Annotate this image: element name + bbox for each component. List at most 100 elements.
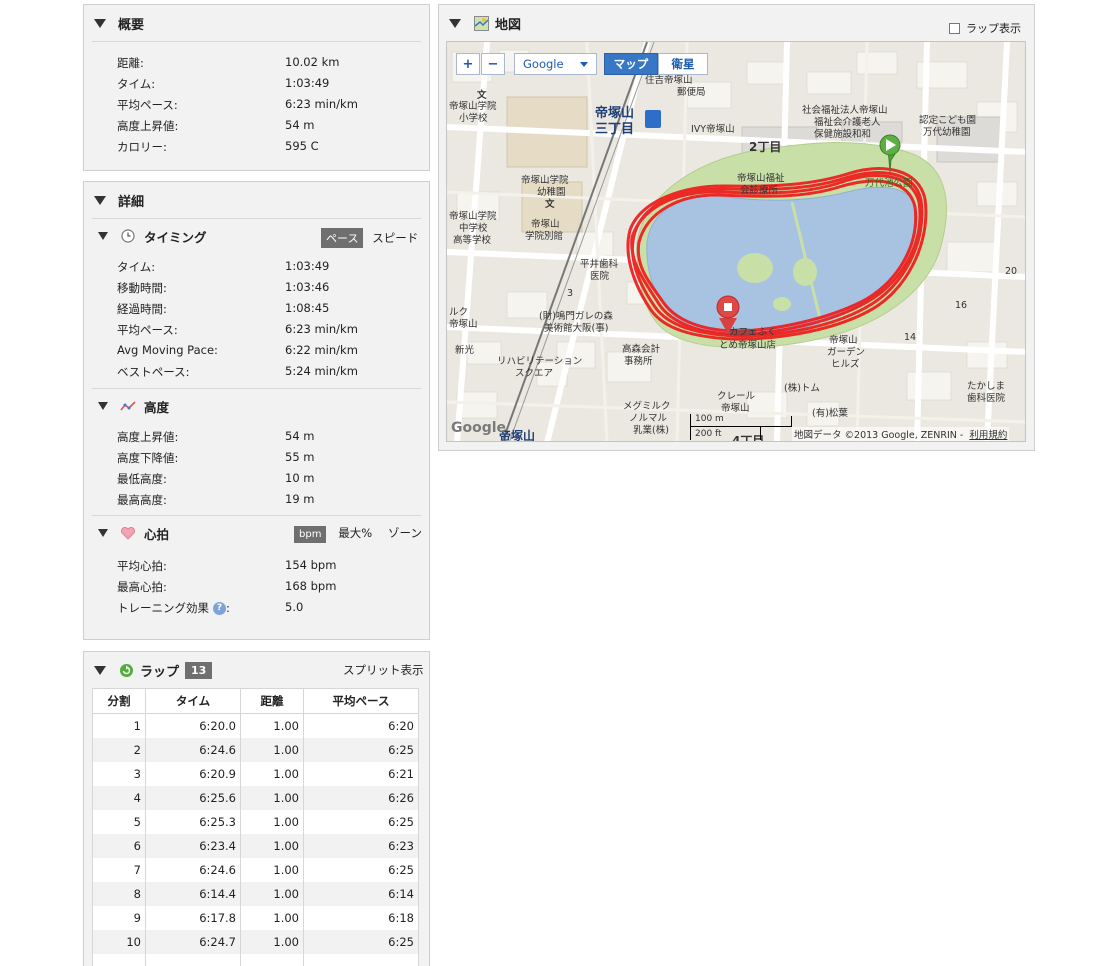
table-row[interactable]: 3 6:20.9 1.00 6:21 [92,761,419,786]
scale-tick [791,416,792,426]
heart-icon [120,525,136,541]
map-label-school: 高等学校 [453,235,492,246]
pace-toggle[interactable]: ペース [321,228,364,248]
map-label-station: 三丁目 [595,122,635,137]
zoom-in-button[interactable]: + [456,53,480,75]
training-effect-colon: : [226,601,230,615]
map-provider-select[interactable]: Google [514,53,597,75]
table-row[interactable]: 8 6:14.4 1.00 6:14 [92,881,419,906]
lap-count-badge: 13 [185,661,213,679]
map-label-megmilk: 乳業(株) [633,425,669,436]
lap-display-checkbox[interactable] [949,22,960,34]
split-view-link[interactable]: スプリット表示 [343,662,424,678]
summary-row-calories: カロリー: 595 C [117,139,319,154]
elevation-chart-icon [120,398,136,414]
laps-header[interactable]: ラップ 13 スプリット表示 [84,652,429,688]
col-time[interactable]: タイム [145,688,241,714]
map-icon [473,15,489,31]
summary-row-time: タイム: 1:03:49 [117,76,330,91]
collapse-triangle-icon[interactable] [94,18,106,28]
details-title: 詳細 [118,194,145,210]
map-graphic [447,42,1025,441]
elevation-row: 最高高度: 19 m [117,492,315,507]
map-title: 地図 [495,17,522,33]
map-label-dental: 医院 [590,271,610,282]
map-label-annex: 学院別館 [525,231,564,242]
help-icon[interactable]: ? [213,601,226,615]
collapse-triangle-icon[interactable] [94,665,106,675]
table-row[interactable]: 4 6:25.6 1.00 6:26 [92,785,419,810]
map-type-map-button[interactable]: マップ [604,53,658,75]
map-attribution: 地図データ ©2013 Google, ZENRIN - 利用規約 [792,427,1010,441]
table-row[interactable] [92,953,419,966]
training-effect-value: 5.0 [285,600,304,614]
map-label-park: 万代池公園 [865,178,913,189]
scale-line [690,426,792,427]
attribution-text: 地図データ ©2013 Google, ZENRIN - [794,430,964,441]
col-distance[interactable]: 距離 [240,688,304,714]
map-label-shinko: 新光 [455,345,475,356]
map-label-number: 3 [567,288,574,299]
map-label-clinic: 会診療所 [740,185,779,196]
google-logo[interactable]: Google [451,420,506,436]
map-label-rehab: スクエア [515,368,554,379]
collapse-triangle-icon[interactable] [98,232,108,240]
elevation-row: 最低高度: 10 m [117,471,315,486]
table-row[interactable]: 2 6:24.6 1.00 6:25 [92,737,419,762]
table-row[interactable]: 5 6:25.3 1.00 6:25 [92,809,419,834]
lap-display-label: ラップ表示 [966,22,1021,35]
laps-table: 分割 タイム 距離 平均ペース 1 6:20.0 1.00 6:20 2 6:24.6 1… [92,688,419,966]
speed-toggle[interactable]: スピード [372,231,418,245]
details-panel: 詳細 タイミング ペース スピード タイム: 1:03:49 移動時間: 1:03:… [83,181,430,640]
training-effect-label: トレーニング効果 [117,601,209,615]
scale-meters: 100 m [695,414,724,424]
map-label-welfare: 保健施設和和 [814,129,872,140]
zone-toggle[interactable]: ゾーン [388,526,422,540]
elevation-title: 高度 [144,399,170,415]
max-percent-toggle[interactable]: 最大% [338,526,372,540]
map-label-post: 郵便局 [677,87,706,98]
details-header[interactable]: 詳細 [84,182,429,218]
collapse-triangle-icon[interactable] [94,195,106,205]
table-row[interactable]: 6 6:23.4 1.00 6:23 [92,833,419,858]
table-row[interactable]: 1 6:20.0 1.00 6:20 [92,713,419,738]
laps-panel: ラップ 13 スプリット表示 分割 タイム 距離 平均ペース 1 6:20.0 1.… [83,651,430,966]
summary-header[interactable]: 概要 [84,5,429,41]
scale-tick [760,426,761,440]
collapse-triangle-icon[interactable] [98,402,108,410]
heart-rate-row: 平均心拍: 154 bpm [117,558,337,573]
summary-row-distance: 距離: 10.02 km [117,55,340,70]
zoom-out-button[interactable]: − [481,53,505,75]
table-row[interactable]: 7 6:24.6 1.00 6:25 [92,857,419,882]
heart-rate-header[interactable]: 心拍 bpm 最大% ゾーン [84,516,429,550]
timing-row: 経過時間: 1:08:45 [117,301,330,316]
map-type-satellite-button[interactable]: 衛星 [658,53,708,75]
col-avg-pace[interactable]: 平均ペース [303,688,419,714]
scale-tick [690,414,691,440]
map-label-school: 小学校 [459,113,488,124]
scale-feet: 200 ft [695,429,722,439]
timing-row: 平均ペース: 6:23 min/km [117,322,358,337]
map-header[interactable]: 地図 ラップ表示 [439,5,1034,41]
map-label-kodomo: 万代幼稚園 [923,127,971,138]
map-scale: 100 m 200 ft [690,414,792,441]
bpm-toggle[interactable]: bpm [294,526,327,543]
collapse-triangle-icon[interactable] [449,18,461,28]
timing-row: Avg Moving Pace: 6:22 min/km [117,343,358,357]
timing-header[interactable]: タイミング ペース スピード [84,219,429,253]
map-label-takashima: 歯科医院 [967,393,1006,404]
collapse-triangle-icon[interactable] [98,529,108,537]
map-canvas[interactable]: 帝塚山 三丁目 2丁目 4丁目 文 帝塚山学院 小学校 帝塚山学院 幼稚園 文 … [446,41,1026,442]
lap-refresh-icon [118,662,134,678]
laps-title: ラップ [140,664,180,680]
train-station-icon [645,110,661,128]
elevation-row: 高度下降値: 55 m [117,450,315,465]
col-split[interactable]: 分割 [92,688,146,714]
terms-link[interactable]: 利用規約 [969,430,1007,441]
table-row[interactable]: 9 6:17.8 1.00 6:18 [92,905,419,930]
table-header-row: 分割 タイム 距離 平均ペース [92,688,419,714]
map-label-number: 16 [955,300,968,311]
elevation-header[interactable]: 高度 [84,389,429,423]
chevron-down-icon [580,61,588,67]
table-row[interactable]: 10 6:24.7 1.00 6:25 [92,929,419,954]
